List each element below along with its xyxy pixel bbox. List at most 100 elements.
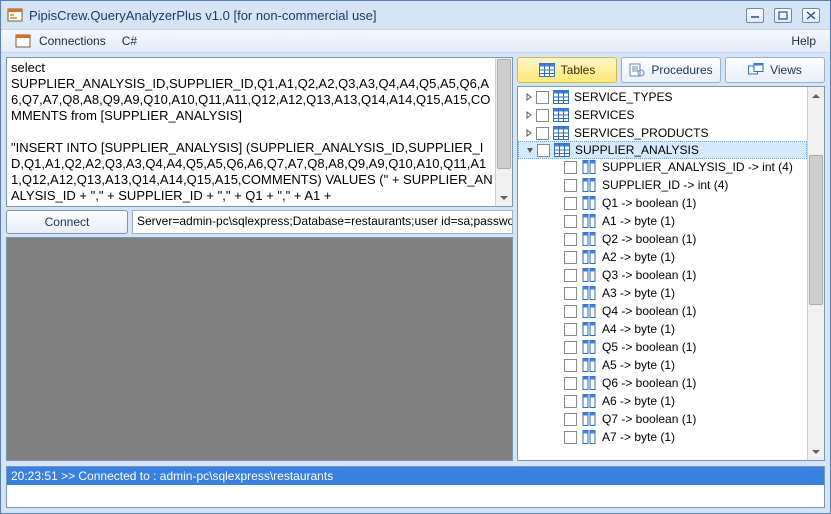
editor-scrollbar[interactable] [495, 58, 512, 206]
table-icon [553, 90, 569, 104]
tree-column-row[interactable]: Q7 -> boolean (1) [518, 410, 807, 428]
tree-checkbox[interactable] [564, 215, 577, 228]
tree-expander[interactable] [522, 93, 536, 101]
log-area: 20:23:51 >> Connected to : admin-pc\sqle… [1, 463, 830, 513]
tree-table-row[interactable]: SERVICES [518, 106, 807, 124]
expand-icon[interactable] [525, 129, 533, 137]
menu-csharp[interactable]: C# [114, 32, 145, 50]
tree-scrollbar[interactable] [807, 87, 824, 460]
tree-checkbox[interactable] [564, 179, 577, 192]
tree-column-label: A4 -> byte (1) [602, 322, 675, 336]
tree-column-label: Q3 -> boolean (1) [602, 268, 696, 282]
tree-expander[interactable] [522, 129, 536, 137]
tree-column-row[interactable]: SUPPLIER_ID -> int (4) [518, 176, 807, 194]
column-icon [581, 268, 597, 282]
tree-scroll-down[interactable] [808, 443, 824, 460]
tree-checkbox[interactable] [536, 91, 549, 104]
log-line: 20:23:51 >> Connected to : admin-pc\sqle… [7, 467, 824, 485]
expand-icon[interactable] [525, 111, 533, 119]
connect-button[interactable]: Connect [6, 210, 128, 234]
tree-column-row[interactable]: A4 -> byte (1) [518, 320, 807, 338]
tree-checkbox[interactable] [564, 413, 577, 426]
query-editor-text[interactable]: select SUPPLIER_ANALYSIS_ID,SUPPLIER_ID,… [7, 58, 512, 206]
views-icon [748, 63, 764, 77]
minimize-button[interactable] [746, 8, 764, 23]
tree-expander[interactable] [523, 146, 537, 154]
column-icon [581, 376, 597, 390]
collapse-icon[interactable] [526, 146, 534, 154]
column-icon [581, 250, 597, 264]
tree-column-row[interactable]: Q5 -> boolean (1) [518, 338, 807, 356]
tab-views[interactable]: Views [725, 57, 825, 83]
tree-checkbox[interactable] [564, 395, 577, 408]
tree-table-label: SERVICES_PRODUCTS [574, 126, 708, 140]
tree-table-label: SERVICES [574, 108, 634, 122]
tree-column-label: Q2 -> boolean (1) [602, 232, 696, 246]
tree-column-label: Q7 -> boolean (1) [602, 412, 696, 426]
tab-procedures[interactable]: Procedures [621, 57, 721, 83]
tree-scroll-thumb[interactable] [809, 155, 823, 305]
close-button[interactable] [802, 8, 820, 23]
tab-tables[interactable]: Tables [517, 57, 617, 83]
tree-checkbox[interactable] [564, 287, 577, 300]
expand-icon[interactable] [525, 93, 533, 101]
tree-column-row[interactable]: Q4 -> boolean (1) [518, 302, 807, 320]
result-grid[interactable] [6, 237, 513, 461]
tree-checkbox[interactable] [537, 144, 550, 157]
menu-connections-label: Connections [39, 34, 106, 48]
tree-column-row[interactable]: A7 -> byte (1) [518, 428, 807, 446]
log-box[interactable]: 20:23:51 >> Connected to : admin-pc\sqle… [6, 466, 825, 508]
tree-column-row[interactable]: Q2 -> boolean (1) [518, 230, 807, 248]
tree-checkbox[interactable] [564, 251, 577, 264]
tree-checkbox[interactable] [564, 197, 577, 210]
column-icon [581, 232, 597, 246]
connection-string-input[interactable]: Server=admin-pc\sqlexpress;Database=rest… [132, 210, 513, 234]
tree-column-label: Q4 -> boolean (1) [602, 304, 696, 318]
tree-checkbox[interactable] [564, 233, 577, 246]
tree-column-row[interactable]: Q6 -> boolean (1) [518, 374, 807, 392]
tree-checkbox[interactable] [536, 127, 549, 140]
tree-scroll-up[interactable] [808, 87, 824, 104]
tree-column-label: Q5 -> boolean (1) [602, 340, 696, 354]
menu-connections[interactable]: Connections [7, 31, 114, 51]
tree-column-label: A5 -> byte (1) [602, 358, 675, 372]
tree-column-row[interactable]: SUPPLIER_ANALYSIS_ID -> int (4) [518, 158, 807, 176]
tree-checkbox[interactable] [564, 359, 577, 372]
tree-column-row[interactable]: Q1 -> boolean (1) [518, 194, 807, 212]
tree-column-label: Q1 -> boolean (1) [602, 196, 696, 210]
tree-checkbox[interactable] [564, 323, 577, 336]
tree-column-row[interactable]: A3 -> byte (1) [518, 284, 807, 302]
tree-table-row[interactable]: SERVICES_PRODUCTS [518, 124, 807, 142]
maximize-button[interactable] [774, 8, 792, 23]
table-icon [553, 108, 569, 122]
tab-tables-label: Tables [561, 63, 596, 77]
tree-column-label: A7 -> byte (1) [602, 430, 675, 444]
tree-expander[interactable] [522, 111, 536, 119]
menu-csharp-label: C# [122, 34, 137, 48]
tree-table-row[interactable]: SERVICE_TYPES [518, 88, 807, 106]
query-editor[interactable]: select SUPPLIER_ANALYSIS_ID,SUPPLIER_ID,… [6, 57, 513, 207]
tree-checkbox[interactable] [564, 377, 577, 390]
schema-tree[interactable]: SERVICE_TYPESSERVICESSERVICES_PRODUCTSSU… [517, 86, 825, 461]
tables-icon [539, 63, 555, 77]
tree-column-row[interactable]: A5 -> byte (1) [518, 356, 807, 374]
tree-column-row[interactable]: A1 -> byte (1) [518, 212, 807, 230]
tree-checkbox[interactable] [564, 161, 577, 174]
titlebar: PipisCrew.QueryAnalyzerPlus v1.0 [for no… [1, 1, 830, 29]
tree-checkbox[interactable] [564, 269, 577, 282]
scroll-down-button[interactable] [496, 189, 512, 206]
tree-column-label: A6 -> byte (1) [602, 394, 675, 408]
tree-column-row[interactable]: A2 -> byte (1) [518, 248, 807, 266]
tree-column-row[interactable]: A6 -> byte (1) [518, 392, 807, 410]
tree-table-label: SERVICE_TYPES [574, 90, 672, 104]
tree-column-row[interactable]: Q3 -> boolean (1) [518, 266, 807, 284]
menu-help[interactable]: Help [783, 32, 824, 50]
scroll-thumb[interactable] [497, 59, 511, 169]
tree-checkbox[interactable] [564, 431, 577, 444]
table-icon [553, 126, 569, 140]
tree-checkbox[interactable] [564, 341, 577, 354]
tree-column-label: Q6 -> boolean (1) [602, 376, 696, 390]
tree-table-row[interactable]: SUPPLIER_ANALYSIS [518, 141, 807, 159]
tree-checkbox[interactable] [564, 305, 577, 318]
tree-checkbox[interactable] [536, 109, 549, 122]
